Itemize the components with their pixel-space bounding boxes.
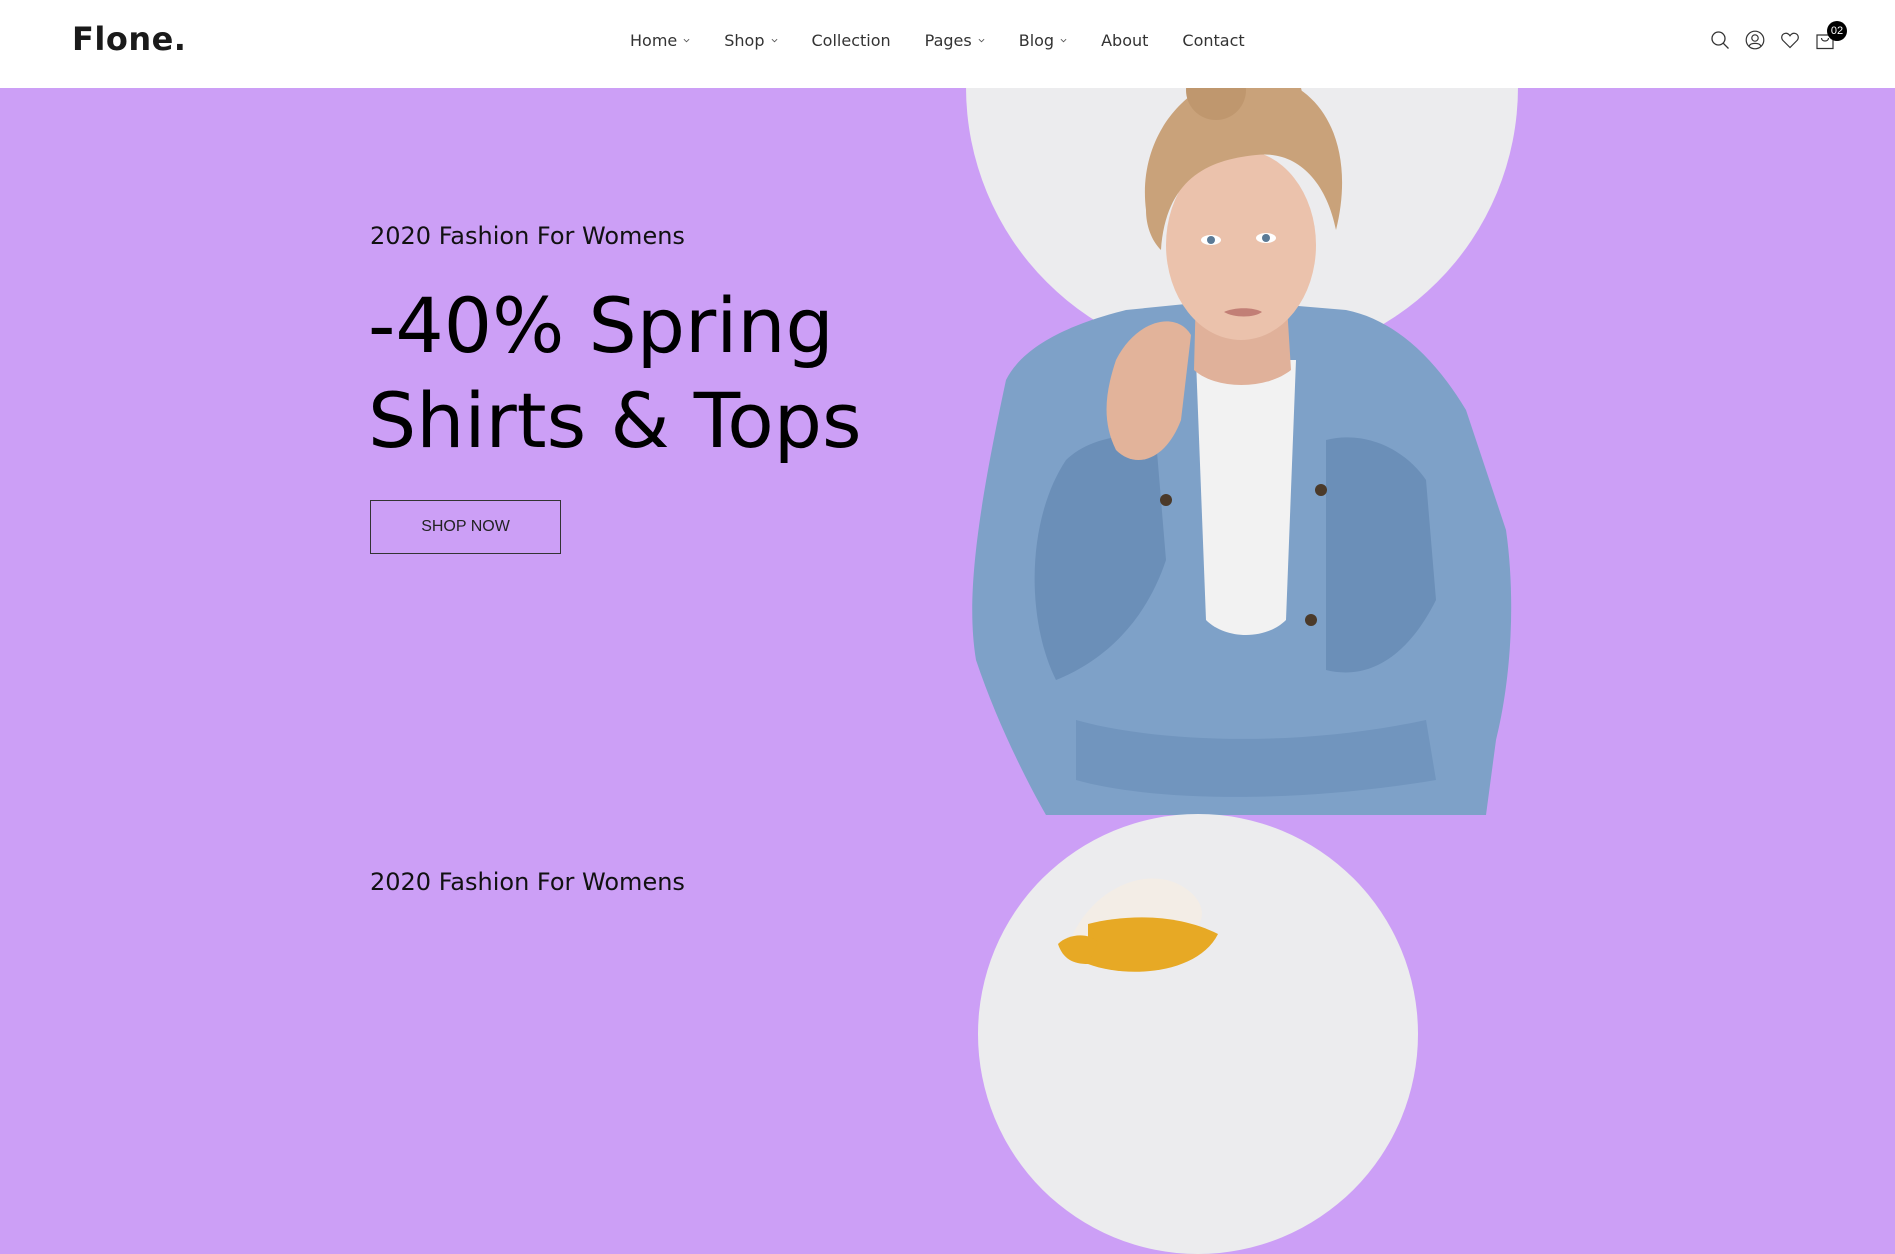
site-header: Flone. Home Shop Collection Pages Blog A… — [0, 0, 1895, 88]
chevron-down-icon — [1060, 38, 1067, 43]
nav-item-blog[interactable]: Blog — [1019, 31, 1067, 50]
hero-subtitle: 2020 Fashion For Womens — [370, 222, 685, 250]
nav-item-collection[interactable]: Collection — [812, 31, 891, 50]
slide2-subtitle: 2020 Fashion For Womens — [370, 868, 685, 896]
nav-item-label: Shop — [724, 31, 765, 50]
hero-headline-line: -40% Spring — [368, 281, 834, 370]
nav-item-pages[interactable]: Pages — [925, 31, 985, 50]
nav-item-label: Collection — [811, 31, 891, 50]
nav-item-label: About — [1101, 31, 1149, 50]
nav-item-label: Home — [630, 31, 678, 50]
nav-item-about[interactable]: About — [1101, 31, 1148, 50]
nav-item-contact[interactable]: Contact — [1182, 31, 1244, 50]
nav-item-shop[interactable]: Shop — [724, 31, 777, 50]
cart-count-badge: 02 — [1827, 21, 1847, 41]
hero-model-image — [972, 60, 1512, 815]
shopping-bag-icon[interactable]: 02 — [1815, 21, 1847, 50]
chevron-down-icon — [978, 38, 985, 43]
shop-now-button[interactable]: SHOP NOW — [370, 500, 561, 554]
nav-item-label: Pages — [924, 31, 972, 50]
hero-headline: -40% Spring Shirts & Tops — [368, 278, 862, 468]
heart-icon[interactable] — [1780, 30, 1800, 50]
hero-slide — [0, 0, 1895, 815]
slide2-product-image — [1058, 878, 1218, 972]
header-actions: 02 — [1710, 21, 1847, 50]
chevron-down-icon — [683, 38, 690, 43]
hero-headline-line: Shirts & Tops — [368, 376, 862, 465]
nav-item-label: Blog — [1018, 31, 1055, 50]
chevron-down-icon — [771, 38, 777, 43]
brand-logo[interactable]: Flone. — [72, 20, 186, 58]
slide2-circle-bg — [978, 814, 1418, 1254]
nav-item-label: Contact — [1182, 31, 1245, 50]
main-nav: Home Shop Collection Pages Blog About Co… — [630, 31, 1279, 50]
user-icon[interactable] — [1745, 30, 1765, 50]
nav-item-home[interactable]: Home — [630, 31, 690, 50]
search-icon[interactable] — [1710, 30, 1730, 50]
